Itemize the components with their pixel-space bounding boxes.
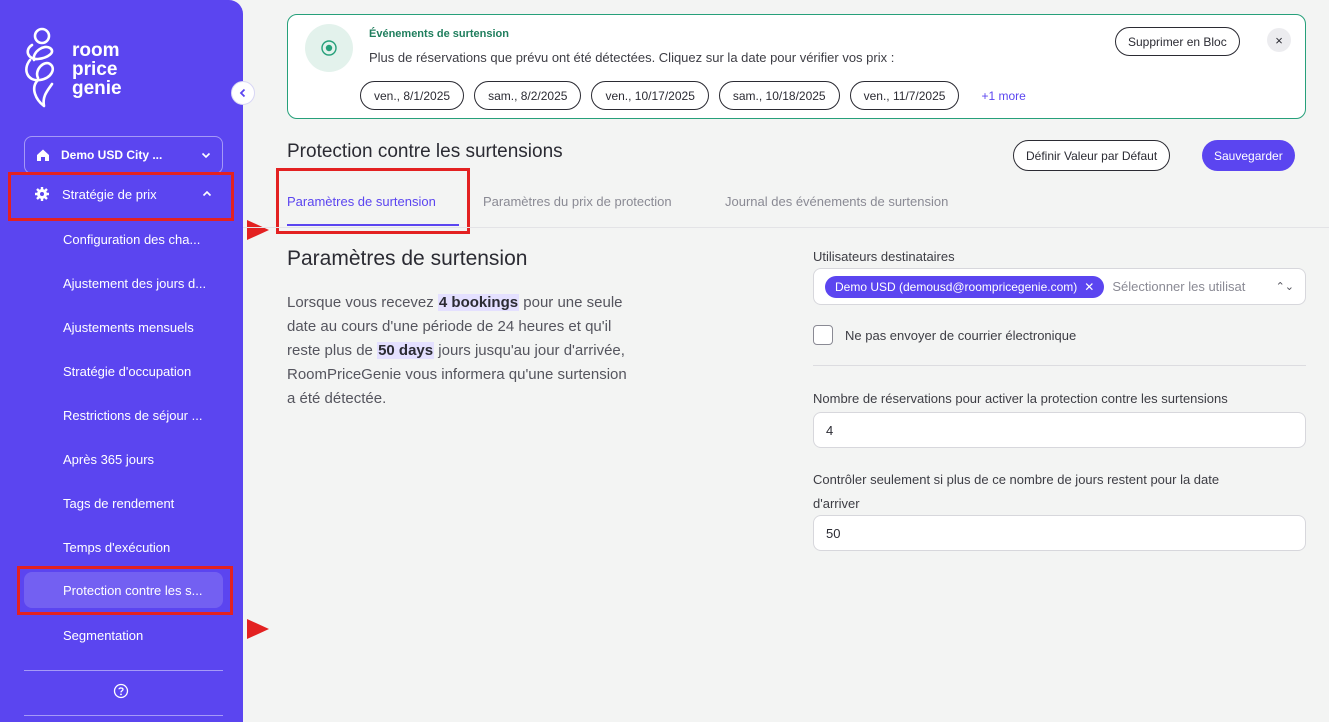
sidebar-item-configuration[interactable]: Configuration des cha... — [24, 221, 223, 257]
help-icon[interactable] — [113, 683, 129, 699]
surge-date-chips: ven., 8/1/2025 sam., 8/2/2025 ven., 10/1… — [360, 81, 1026, 110]
tabs-divider — [243, 227, 1329, 228]
sidebar-divider — [24, 670, 223, 671]
no-email-label: Ne pas envoyer de courrier électronique — [845, 327, 1077, 343]
logo[interactable]: room price genie — [22, 26, 122, 112]
close-banner-button[interactable]: × — [1267, 28, 1291, 52]
highlight-arrow — [247, 619, 269, 639]
sidebar-divider — [24, 715, 223, 716]
days-highlight: 50 days — [377, 342, 435, 359]
recipients-select[interactable]: Demo USD (demousd@roompricegenie.com) ✕ … — [813, 268, 1306, 305]
sidebar-item-day-adjustment[interactable]: Ajustement des jours d... — [24, 265, 223, 301]
bulk-delete-button[interactable]: Supprimer en Bloc — [1115, 27, 1240, 56]
tab-surge-settings[interactable]: Paramètres de surtension — [287, 194, 436, 209]
highlight-box — [17, 566, 233, 615]
sidebar-item-after-365-days[interactable]: Après 365 jours — [24, 441, 223, 477]
days-threshold-label-line-2: d'arriver — [813, 496, 860, 511]
more-dates-link[interactable]: +1 more — [981, 89, 1025, 103]
surge-date-chip[interactable]: sam., 10/18/2025 — [718, 81, 840, 110]
hotel-name: Demo USD City ... — [61, 148, 163, 162]
section-title: Paramètres de surtension — [287, 247, 528, 270]
days-threshold-input[interactable] — [813, 515, 1306, 551]
collapse-sidebar-button[interactable] — [231, 81, 255, 105]
highlight-box — [8, 172, 234, 221]
genie-logo-icon — [25, 27, 54, 108]
sidebar-item-monthly-adjustments[interactable]: Ajustements mensuels — [24, 309, 223, 345]
no-email-checkbox[interactable] — [813, 325, 833, 345]
logo-text: room price genie — [72, 39, 122, 99]
recipients-label: Utilisateurs destinataires — [813, 249, 955, 264]
recipients-placeholder: Sélectionner les utilisat — [1112, 279, 1246, 294]
set-default-button[interactable]: Définir Valeur par Défaut — [1013, 140, 1171, 171]
home-icon — [37, 149, 49, 161]
bookings-threshold-label: Nombre de réservations pour activer la p… — [813, 391, 1228, 406]
form-divider — [813, 365, 1306, 366]
surge-date-chip[interactable]: ven., 10/17/2025 — [591, 81, 709, 110]
sidebar-item-segmentation[interactable]: Segmentation — [24, 617, 223, 653]
remove-recipient-icon[interactable]: ✕ — [1084, 280, 1094, 294]
page-title: Protection contre les surtensions — [287, 141, 563, 162]
hotel-selector[interactable]: Demo USD City ... — [24, 136, 223, 174]
surge-indicator-icon — [305, 24, 353, 72]
select-arrows-icon: ⌃⌄ — [1275, 281, 1294, 293]
surge-events-banner: Événements de surtension Plus de réserva… — [287, 14, 1306, 119]
save-button[interactable]: Sauvegarder — [1202, 140, 1295, 171]
surge-date-chip[interactable]: sam., 8/2/2025 — [474, 81, 582, 110]
recipient-tag: Demo USD (demousd@roompricegenie.com) ✕ — [825, 275, 1105, 298]
sidebar-item-stay-restrictions[interactable]: Restrictions de séjour ... — [24, 397, 223, 433]
chevron-down-icon — [201, 152, 211, 159]
days-threshold-label-line-1: Contrôler seulement si plus de ce nombre… — [813, 472, 1220, 487]
sidebar-item-occupancy-strategy[interactable]: Stratégie d'occupation — [24, 353, 223, 389]
chevron-left-icon — [239, 88, 246, 98]
sidebar-item-run-time[interactable]: Temps d'exécution — [24, 529, 223, 565]
banner-title: Événements de surtension — [369, 28, 509, 40]
active-tab-indicator — [287, 224, 459, 226]
bookings-threshold-input[interactable] — [813, 412, 1306, 448]
bookings-highlight: 4 bookings — [437, 294, 520, 311]
surge-date-chip[interactable]: ven., 11/7/2025 — [849, 81, 960, 110]
banner-message: Plus de réservations que prévu ont été d… — [369, 50, 895, 65]
highlight-arrow — [247, 220, 269, 240]
tab-protection-price-settings[interactable]: Paramètres du prix de protection — [483, 194, 672, 209]
no-email-option: Ne pas envoyer de courrier électronique — [813, 325, 1076, 345]
surge-description: Lorsque vous recevez 4 bookings pour une… — [287, 294, 627, 407]
surge-date-chip[interactable]: ven., 8/1/2025 — [360, 81, 465, 110]
sidebar-item-yield-tags[interactable]: Tags de rendement — [24, 485, 223, 521]
tab-surge-event-log[interactable]: Journal des événements de surtension — [725, 194, 948, 209]
